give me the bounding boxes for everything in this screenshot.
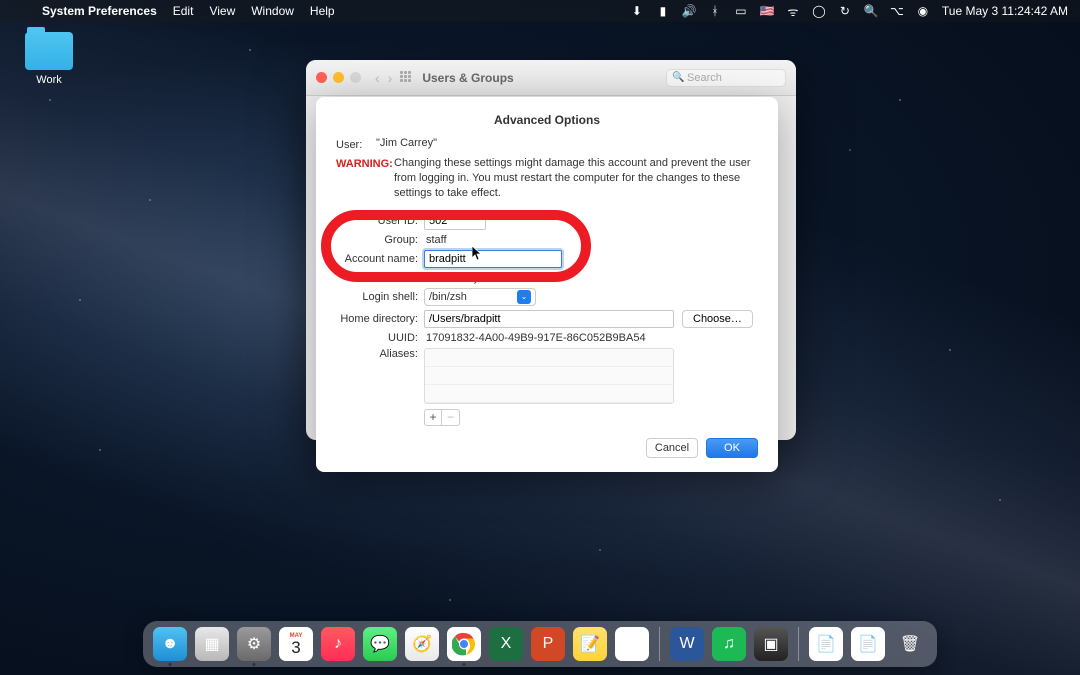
- user-icon[interactable]: ◯: [812, 4, 826, 18]
- search-field[interactable]: 🔍 Search: [666, 69, 786, 87]
- folder-icon: [25, 32, 73, 70]
- search-placeholder: Search: [687, 72, 722, 84]
- dock-slack[interactable]: ✱: [615, 627, 649, 661]
- siri-icon[interactable]: ◉: [916, 4, 930, 18]
- account-name-label: Account name:: [336, 253, 424, 265]
- dock-doc2[interactable]: 📄: [851, 627, 885, 661]
- dock-excel[interactable]: X: [489, 627, 523, 661]
- search-icon: 🔍: [672, 72, 684, 83]
- zoom-button[interactable]: [350, 72, 361, 83]
- dock-doc1[interactable]: 📄: [809, 627, 843, 661]
- user-label: User:: [336, 137, 376, 151]
- menu-help[interactable]: Help: [310, 4, 335, 18]
- user-id-label: User ID:: [336, 215, 424, 227]
- back-button[interactable]: ‹: [375, 70, 380, 86]
- wifi-icon[interactable]: ᯤ: [786, 4, 800, 18]
- grid-icon[interactable]: [400, 71, 414, 85]
- bluetooth-icon[interactable]: ᚼ: [708, 4, 722, 18]
- login-shell-value: /bin/zsh: [429, 291, 467, 303]
- forward-button[interactable]: ›: [388, 70, 393, 86]
- window-title: Users & Groups: [422, 71, 513, 85]
- dock: ☻ ▦ ⚙ MAY 3 ♪ 💬 🧭 X P 📝 ✱ W ♫ ▣ 📄 📄 🗑: [143, 621, 937, 667]
- cancel-button[interactable]: Cancel: [646, 438, 698, 458]
- dock-calendar-day: 3: [291, 639, 300, 656]
- dock-spotify[interactable]: ♫: [712, 627, 746, 661]
- login-shell-select[interactable]: /bin/zsh ⌄: [424, 288, 536, 306]
- advanced-options-sheet: Advanced Options User: "Jim Carrey" WARN…: [316, 97, 778, 472]
- desktop-folder-label: Work: [18, 74, 80, 86]
- dock-trash[interactable]: 🗑: [893, 627, 927, 661]
- dropbox-icon[interactable]: ⬇: [630, 4, 644, 18]
- dock-messages[interactable]: 💬: [363, 627, 397, 661]
- close-button[interactable]: [316, 72, 327, 83]
- full-name-label: Full name:: [336, 272, 424, 284]
- desktop-folder-work[interactable]: Work: [18, 32, 80, 86]
- dock-music[interactable]: ♪: [321, 627, 355, 661]
- menubar-app-name[interactable]: System Preferences: [42, 4, 157, 18]
- menu-window[interactable]: Window: [251, 4, 294, 18]
- account-name-input[interactable]: [424, 250, 562, 268]
- dock-safari[interactable]: 🧭: [405, 627, 439, 661]
- window-toolbar: ‹ › Users & Groups 🔍 Search: [306, 60, 796, 96]
- battery-saver-icon[interactable]: ▮: [656, 4, 670, 18]
- traffic-lights: [316, 72, 361, 83]
- user-value: "Jim Carrey": [376, 137, 758, 149]
- warning-label: WARNING:: [336, 156, 394, 170]
- remove-alias-button[interactable]: −: [442, 409, 460, 426]
- dock-separator: [798, 627, 799, 661]
- dock-powerpoint[interactable]: P: [531, 627, 565, 661]
- add-alias-button[interactable]: +: [424, 409, 442, 426]
- home-dir-label: Home directory:: [336, 313, 424, 325]
- dock-launchpad[interactable]: ▦: [195, 627, 229, 661]
- uuid-label: UUID:: [336, 332, 424, 344]
- user-id-input[interactable]: [424, 212, 486, 230]
- spotlight-icon[interactable]: 🔍: [864, 4, 878, 18]
- chevron-down-icon: ⌄: [517, 290, 531, 304]
- menubar: System Preferences Edit View Window Help…: [0, 0, 1080, 22]
- apple-logo-icon[interactable]: [12, 4, 26, 18]
- home-dir-input[interactable]: [424, 310, 674, 328]
- group-label: Group:: [336, 234, 424, 246]
- battery-icon[interactable]: ▭: [734, 4, 748, 18]
- choose-button[interactable]: Choose…: [682, 310, 753, 328]
- menu-view[interactable]: View: [209, 4, 235, 18]
- menubar-clock[interactable]: Tue May 3 11:24:42 AM: [942, 4, 1068, 18]
- minimize-button[interactable]: [333, 72, 344, 83]
- dock-calendar[interactable]: MAY 3: [279, 627, 313, 661]
- full-name-value: Jim Carrey: [424, 272, 479, 284]
- dock-notes[interactable]: 📝: [573, 627, 607, 661]
- dock-chrome[interactable]: [447, 627, 481, 661]
- login-shell-label: Login shell:: [336, 291, 424, 303]
- aliases-label: Aliases:: [336, 348, 424, 360]
- warning-text: Changing these settings might damage thi…: [394, 156, 758, 201]
- dock-missioncontrol[interactable]: ▣: [754, 627, 788, 661]
- sheet-title: Advanced Options: [336, 113, 758, 127]
- uuid-value: 17091832-4A00-49B9-917E-86C052B9BA54: [424, 332, 646, 344]
- group-value: staff: [424, 234, 447, 246]
- dock-separator: [659, 627, 660, 661]
- dock-settings[interactable]: ⚙: [237, 627, 271, 661]
- menu-edit[interactable]: Edit: [173, 4, 194, 18]
- dock-word[interactable]: W: [670, 627, 704, 661]
- control-center-icon[interactable]: ⌥: [890, 4, 904, 18]
- aliases-list[interactable]: [424, 348, 674, 404]
- volume-icon[interactable]: 🔊: [682, 4, 696, 18]
- ok-button[interactable]: OK: [706, 438, 758, 458]
- dock-finder[interactable]: ☻: [153, 627, 187, 661]
- timemachine-icon[interactable]: ↻: [838, 4, 852, 18]
- flag-icon[interactable]: 🇺🇸: [760, 4, 774, 18]
